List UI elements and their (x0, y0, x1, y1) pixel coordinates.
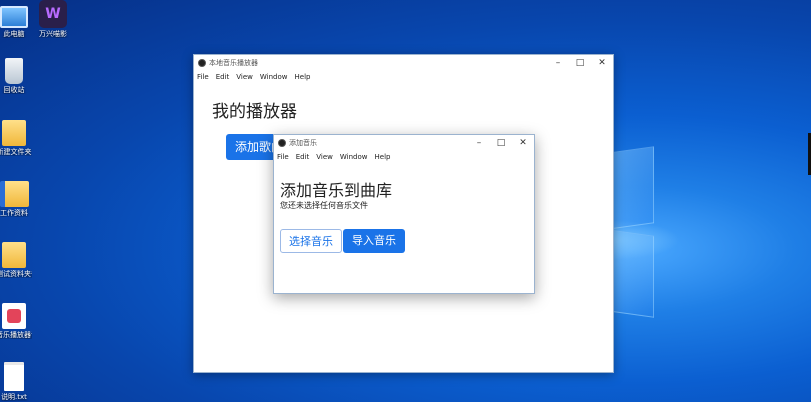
desktop-icon-label: 回收站 (3, 86, 25, 94)
pdf-icon (2, 303, 26, 329)
desktop-icon-label: 万兴喵影 (39, 30, 67, 38)
close-button[interactable]: ✕ (512, 138, 534, 148)
dialog-menubar: File Edit View Window Help (274, 151, 534, 163)
menu-edit[interactable]: Edit (216, 73, 230, 81)
minimize-button[interactable]: – (547, 58, 569, 68)
dialog-titlebar[interactable]: 添加音乐 – □ ✕ (274, 135, 534, 151)
video-editor-app-icon: W (39, 0, 67, 28)
dialog-heading: 添加音乐到曲库 (280, 181, 393, 200)
folder-icon (0, 181, 29, 207)
desktop-icon-folder-2[interactable]: 工作资料 (0, 181, 32, 217)
menu-edit[interactable]: Edit (296, 153, 310, 161)
dialog-title: 添加音乐 (289, 139, 317, 147)
desktop-icon-video-app[interactable]: W 万兴喵影 (35, 0, 71, 38)
desktop-icon-doc[interactable]: 说明.txt (0, 362, 32, 401)
app-icon (198, 59, 206, 67)
select-music-button[interactable]: 选择音乐 (280, 229, 342, 253)
menu-help[interactable]: Help (375, 153, 391, 161)
menu-help[interactable]: Help (295, 73, 311, 81)
document-icon (4, 362, 24, 391)
main-window-title: 本地音乐播放器 (209, 59, 258, 67)
main-menubar: File Edit View Window Help (194, 71, 613, 83)
desktop-icon-pdf[interactable]: 音乐播放器说明文档.pdf (0, 303, 32, 339)
recycle-bin-icon (5, 58, 23, 84)
main-window-titlebar[interactable]: 本地音乐播放器 – □ ✕ (194, 55, 613, 71)
computer-icon (0, 6, 28, 28)
menu-view[interactable]: View (316, 153, 333, 161)
desktop-icon-recycle-bin[interactable]: 回收站 (0, 58, 32, 94)
import-music-button[interactable]: 导入音乐 (343, 229, 405, 253)
page-title: 我的播放器 (212, 102, 297, 122)
folder-icon (2, 120, 26, 146)
menu-window[interactable]: Window (340, 153, 368, 161)
add-music-dialog: 添加音乐 – □ ✕ File Edit View Window Help 添加… (273, 134, 535, 294)
minimize-button[interactable]: – (468, 138, 490, 148)
app-icon (278, 139, 286, 147)
desktop-icon-folder-1[interactable]: 新建文件夹 (0, 120, 32, 156)
desktop-icon-label: 此电脑 (3, 30, 25, 38)
menu-window[interactable]: Window (260, 73, 288, 81)
desktop-icon-label: 音乐播放器说明文档.pdf (0, 331, 32, 339)
maximize-button[interactable]: □ (569, 58, 591, 68)
dialog-subtitle: 您还未选择任何音乐文件 (280, 201, 368, 210)
desktop-icon-folder-3[interactable]: 测试资料夹备份 (0, 242, 32, 278)
maximize-button[interactable]: □ (490, 138, 512, 148)
close-button[interactable]: ✕ (591, 58, 613, 68)
menu-file[interactable]: File (277, 153, 289, 161)
desktop-icon-label: 工作资料 (0, 209, 28, 217)
desktop-icon-label: 新建文件夹 (0, 148, 32, 156)
menu-file[interactable]: File (197, 73, 209, 81)
desktop-icon-label: 测试资料夹备份 (0, 270, 32, 278)
desktop-icon-this-pc[interactable]: 此电脑 (0, 2, 32, 38)
folder-icon (2, 242, 26, 268)
desktop-icon-label: 说明.txt (1, 393, 27, 401)
menu-view[interactable]: View (236, 73, 253, 81)
